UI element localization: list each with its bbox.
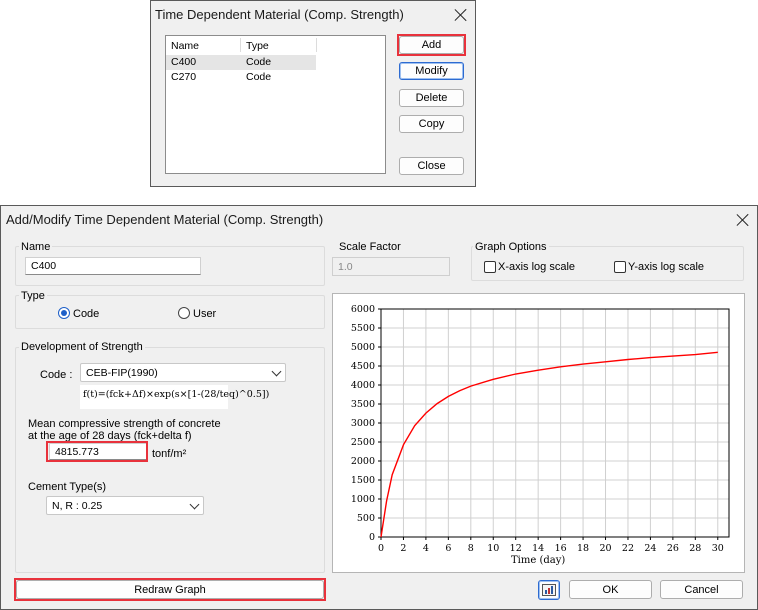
chevron-down-icon xyxy=(189,499,200,509)
y-tick-label: 6000 xyxy=(351,304,375,315)
list-item[interactable]: C270 Code xyxy=(166,70,316,85)
y-log-checkbox[interactable] xyxy=(614,261,626,273)
cement-type-value: N, R : 0.25 xyxy=(52,499,103,512)
name-input[interactable]: C400 xyxy=(25,257,201,275)
y-tick-label: 4000 xyxy=(351,380,375,391)
x-tick-label: 4 xyxy=(423,543,429,554)
development-label: Development of Strength xyxy=(19,341,145,353)
x-tick-label: 0 xyxy=(378,543,384,554)
edit-dialog-title: Add/Modify Time Dependent Material (Comp… xyxy=(6,212,324,227)
x-tick-label: 20 xyxy=(599,543,611,554)
mean-strength-label-2: at the age of 28 days (fck+delta f) xyxy=(28,430,192,442)
y-tick-label: 1000 xyxy=(351,494,375,505)
y-tick-label: 4500 xyxy=(351,361,375,372)
edit-dialog-close-icon[interactable] xyxy=(736,213,750,227)
type-code-radio[interactable] xyxy=(58,307,70,319)
strength-formula: f(t)=(fck+Δf)×exp(s×[1-(28/teq)^0.5]) xyxy=(80,385,269,409)
y-tick-label: 3000 xyxy=(351,418,375,429)
x-tick-label: 8 xyxy=(468,543,474,554)
modify-button[interactable]: Modify xyxy=(399,62,464,80)
y-tick-label: 2000 xyxy=(351,456,375,467)
code-label: Code : xyxy=(40,369,73,381)
cement-type-label: Cement Type(s) xyxy=(28,481,107,493)
scale-factor-label: Scale Factor xyxy=(337,241,403,253)
x-tick-label: 28 xyxy=(689,543,701,554)
x-tick-label: 6 xyxy=(445,543,451,554)
x-tick-label: 14 xyxy=(532,543,544,554)
graph-export-button[interactable] xyxy=(538,580,560,600)
mean-strength-unit: tonf/m² xyxy=(152,448,187,460)
list-dialog-title: Time Dependent Material (Comp. Strength) xyxy=(155,7,404,22)
list-item-name: C400 xyxy=(171,56,197,68)
cancel-button[interactable]: Cancel xyxy=(660,580,743,599)
y-tick-label: 0 xyxy=(369,532,375,543)
copy-button[interactable]: Copy xyxy=(399,115,464,133)
y-tick-label: 3500 xyxy=(351,399,375,410)
delete-button[interactable]: Delete xyxy=(399,89,464,107)
cement-type-select[interactable]: N, R : 0.25 xyxy=(46,496,204,515)
name-label: Name xyxy=(19,241,53,253)
close-button[interactable]: Close xyxy=(399,157,464,175)
strength-series-line xyxy=(380,351,718,538)
scale-factor-input: 1.0 xyxy=(332,257,450,276)
mean-strength-input[interactable]: 4815.773 xyxy=(49,443,147,460)
x-tick-label: 16 xyxy=(555,543,567,554)
list-item-type: Code xyxy=(246,71,272,83)
add-button[interactable]: Add xyxy=(399,36,464,54)
x-tick-label: 22 xyxy=(622,543,634,554)
add-modify-dialog: Add/Modify Time Dependent Material (Comp… xyxy=(0,205,758,610)
x-tick-label: 12 xyxy=(510,543,522,554)
col-name-header[interactable]: Name xyxy=(171,40,199,52)
x-tick-label: 30 xyxy=(712,543,724,554)
list-dialog-close-icon[interactable] xyxy=(454,8,468,22)
x-axis-label: Time (day) xyxy=(511,555,566,566)
redraw-graph-button[interactable]: Redraw Graph xyxy=(16,580,324,599)
list-item-type: Code xyxy=(246,56,272,68)
y-tick-label: 5000 xyxy=(351,342,375,353)
ok-button[interactable]: OK xyxy=(569,580,652,599)
type-user-label: User xyxy=(193,308,217,320)
x-tick-label: 2 xyxy=(400,543,406,554)
material-list-dialog: Time Dependent Material (Comp. Strength)… xyxy=(150,0,476,187)
y-tick-label: 500 xyxy=(357,513,375,524)
list-header: Name Type xyxy=(166,36,317,54)
x-tick-label: 18 xyxy=(577,543,589,554)
x-log-checkbox[interactable] xyxy=(484,261,496,273)
mean-strength-label-1: Mean compressive strength of concrete xyxy=(28,418,221,430)
chart-icon xyxy=(542,584,556,596)
x-tick-label: 26 xyxy=(667,543,679,554)
code-select[interactable]: CEB-FIP(1990) xyxy=(80,363,286,382)
material-list: Name Type C400 Code C270 Code xyxy=(165,35,386,174)
chevron-down-icon xyxy=(271,366,282,376)
x-log-label: X-axis log scale xyxy=(498,261,576,273)
strength-graph: 0 2 4 6 8 10 12 14 16 18 20 22 24 26 28 30 0 500 1000 1500 2… xyxy=(332,293,745,573)
col-type-header[interactable]: Type xyxy=(246,40,269,52)
list-item-name: C270 xyxy=(171,71,197,83)
y-log-label: Y-axis log scale xyxy=(628,261,705,273)
y-tick-label: 5500 xyxy=(351,323,375,334)
y-tick-label: 2500 xyxy=(351,437,375,448)
x-tick-label: 10 xyxy=(487,543,499,554)
type-user-radio[interactable] xyxy=(178,307,190,319)
y-tick-label: 1500 xyxy=(351,475,375,486)
graph-options-label: Graph Options xyxy=(473,241,549,253)
strength-chart: 0 2 4 6 8 10 12 14 16 18 20 22 24 26 28 300500100015002… xyxy=(351,304,730,554)
type-code-label: Code xyxy=(73,308,100,320)
list-item[interactable]: C400 Code xyxy=(166,55,316,70)
code-select-value: CEB-FIP(1990) xyxy=(86,366,158,379)
x-tick-label: 24 xyxy=(644,543,656,554)
type-label: Type xyxy=(19,290,47,302)
